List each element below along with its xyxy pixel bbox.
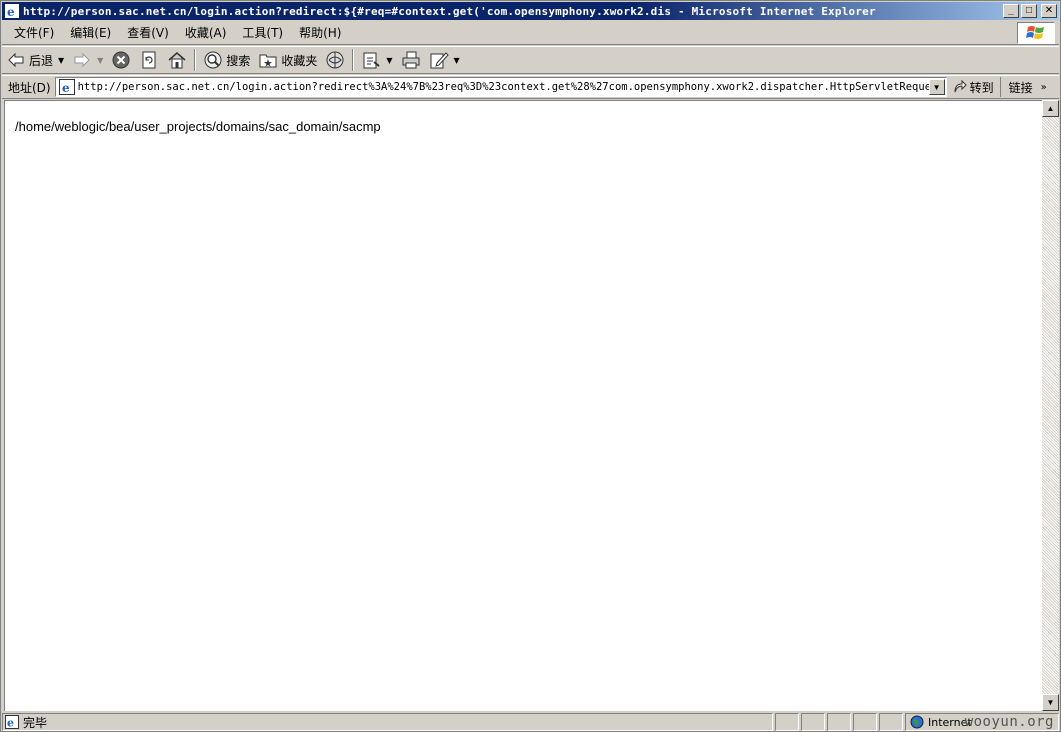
- go-label: 转到: [969, 80, 994, 95]
- chevron-right-icon: »: [1040, 81, 1047, 93]
- favorites-button[interactable]: 收藏夹: [254, 48, 321, 72]
- scroll-down-button[interactable]: ▼: [1042, 694, 1059, 711]
- windows-logo-icon: [1017, 22, 1055, 44]
- minimize-button[interactable]: _: [1003, 4, 1019, 18]
- menu-bar: 文件(F) 编辑(E) 查看(V) 收藏(A) 工具(T) 帮助(H): [2, 21, 1059, 45]
- watermark-text: wooyun.org: [964, 714, 1054, 730]
- go-arrow-icon: [954, 80, 967, 93]
- page-done-icon: e: [5, 715, 19, 729]
- forward-dropdown-icon[interactable]: ▼: [97, 56, 103, 65]
- security-zone: Internet wooyun.org: [905, 713, 1059, 731]
- home-button[interactable]: [163, 48, 191, 72]
- status-main-pane: e 完毕: [2, 713, 773, 731]
- menu-file[interactable]: 文件(F): [6, 24, 62, 41]
- maximize-button[interactable]: □: [1021, 4, 1037, 18]
- edit-button[interactable]: ▼: [425, 48, 464, 72]
- globe-icon: [910, 715, 924, 729]
- status-text: 完毕: [23, 715, 48, 730]
- ie-icon: e: [5, 4, 19, 18]
- content-text: /home/weblogic/bea/user_projects/domains…: [15, 119, 381, 134]
- refresh-icon: [142, 51, 156, 69]
- stop-icon: [112, 51, 130, 69]
- links-label: 链接: [1008, 80, 1033, 95]
- address-label: 地址(D): [8, 80, 51, 95]
- edit-dropdown-icon[interactable]: ▼: [454, 56, 460, 65]
- links-button[interactable]: 链接 »: [999, 77, 1053, 97]
- menu-edit[interactable]: 编辑(E): [62, 24, 119, 41]
- print-button[interactable]: [397, 48, 425, 72]
- history-dropdown-icon[interactable]: ▼: [386, 56, 392, 65]
- edit-icon: [430, 52, 449, 69]
- media-icon: [326, 51, 344, 69]
- title-bar[interactable]: e http://person.sac.net.cn/login.action?…: [2, 2, 1059, 20]
- back-button[interactable]: 后退 ▼: [2, 48, 68, 72]
- search-icon: [204, 51, 222, 69]
- scroll-up-button[interactable]: ▲: [1042, 100, 1059, 117]
- vertical-scrollbar[interactable]: ▲ ▼: [1042, 100, 1059, 711]
- minimize-icon: _: [1008, 5, 1014, 16]
- page-icon: e: [58, 79, 75, 95]
- forward-arrow-icon: [74, 52, 90, 68]
- address-dropdown-icon[interactable]: ▼: [928, 79, 945, 95]
- back-arrow-icon: [8, 52, 24, 68]
- menu-help[interactable]: 帮助(H): [291, 24, 349, 41]
- favorites-label: 收藏夹: [281, 53, 318, 68]
- menu-tools[interactable]: 工具(T): [234, 24, 291, 41]
- svg-text:e: e: [7, 717, 14, 730]
- status-bar: e 完毕 Internet wooyun.org: [2, 712, 1059, 732]
- status-pane: [801, 713, 825, 731]
- close-icon: ✕: [1044, 5, 1054, 16]
- refresh-button[interactable]: [135, 48, 163, 72]
- status-pane: [827, 713, 851, 731]
- menu-favorites[interactable]: 收藏(A): [177, 24, 235, 41]
- history-button[interactable]: ▼: [357, 48, 396, 72]
- printer-icon: [402, 51, 420, 69]
- media-button[interactable]: [321, 48, 349, 72]
- status-pane: [853, 713, 877, 731]
- search-label: 搜索: [226, 53, 251, 68]
- toolbar-separator: [352, 49, 355, 71]
- ie-window: e http://person.sac.net.cn/login.action?…: [0, 0, 1061, 732]
- history-icon: [363, 52, 380, 69]
- favorites-folder-icon: [259, 54, 277, 68]
- stop-button[interactable]: [107, 48, 135, 72]
- window-title: http://person.sac.net.cn/login.action?re…: [23, 4, 876, 18]
- svg-text:e: e: [7, 5, 15, 18]
- standard-toolbar: 后退 ▼ ▼ 搜索 收藏夹 ▼ ▼: [2, 46, 1059, 74]
- svg-text:e: e: [62, 81, 70, 95]
- address-input[interactable]: e http://person.sac.net.cn/login.action?…: [54, 77, 947, 97]
- toolbar-separator: [194, 49, 197, 71]
- go-button[interactable]: 转到: [947, 79, 1000, 96]
- back-dropdown-icon[interactable]: ▼: [58, 56, 64, 65]
- status-pane: [775, 713, 799, 731]
- forward-button[interactable]: ▼: [68, 48, 107, 72]
- address-bar: 地址(D) e http://person.sac.net.cn/login.a…: [2, 75, 1059, 99]
- address-url[interactable]: http://person.sac.net.cn/login.action?re…: [78, 81, 929, 93]
- close-button[interactable]: ✕: [1041, 4, 1057, 18]
- search-button[interactable]: 搜索: [199, 48, 254, 72]
- home-icon: [168, 52, 186, 69]
- menu-view[interactable]: 查看(V): [119, 24, 177, 41]
- page-content: /home/weblogic/bea/user_projects/domains…: [4, 100, 1042, 711]
- status-pane: [879, 713, 903, 731]
- maximize-icon: □: [1025, 5, 1033, 16]
- back-label: 后退: [29, 53, 54, 68]
